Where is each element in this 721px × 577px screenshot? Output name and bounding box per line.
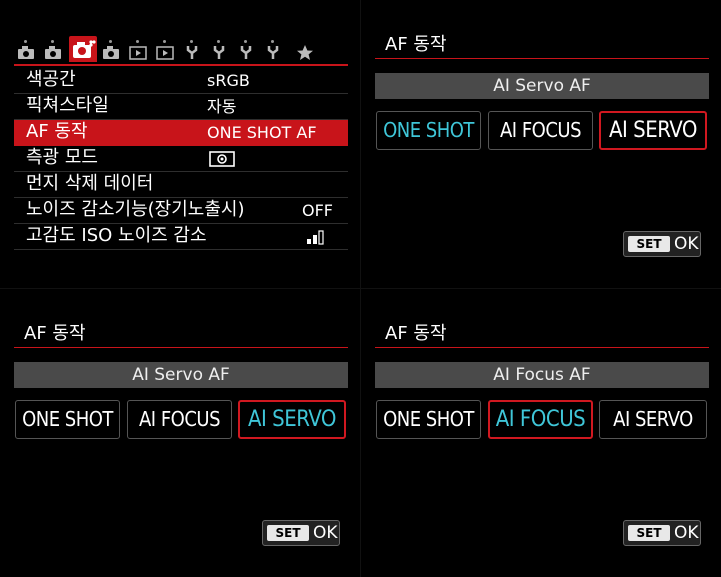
menu-item-long-exposure-nr[interactable]: 노이즈 감소기능(장기노출시) OFF	[14, 198, 348, 224]
nr-level-bars-icon	[306, 229, 328, 249]
playback-tab-2-icon[interactable]	[155, 40, 175, 60]
star-tab-icon[interactable]	[295, 44, 315, 60]
option-ai-focus[interactable]: AI FOCUS	[488, 111, 593, 150]
camera-tab-1-icon[interactable]	[16, 40, 36, 60]
wrench-tab-4-icon[interactable]	[263, 40, 283, 60]
set-button-icon: SET	[267, 525, 309, 541]
camera-tab-3-icon[interactable]	[69, 36, 97, 62]
option-one-shot[interactable]: ONE SHOT	[376, 111, 481, 150]
current-mode-label: AI Servo AF	[375, 73, 709, 99]
set-button-icon: SET	[628, 236, 670, 252]
set-ok-button[interactable]: SET OK	[623, 231, 701, 257]
menu-item-value: OFF	[302, 201, 333, 220]
screen-title: AF 동작	[385, 34, 447, 55]
screen-title: AF 동작	[385, 323, 447, 344]
menu-item-dust-delete-data[interactable]: 먼지 삭제 데이터	[14, 172, 348, 198]
menu-item-picture-style[interactable]: 픽쳐스타일 자동	[14, 94, 348, 120]
set-ok-button[interactable]: SET OK	[623, 520, 701, 546]
menu-item-value: 자동	[207, 97, 237, 116]
set-ok-button[interactable]: SET OK	[262, 520, 340, 546]
menu-item-label: 색공간	[26, 69, 76, 90]
menu-item-high-iso-nr[interactable]: 고감도 ISO 노이즈 감소	[14, 224, 348, 250]
menu-item-label: AF 동작	[26, 121, 88, 142]
title-underline	[375, 347, 709, 348]
menu-item-label: 노이즈 감소기능(장기노출시)	[26, 199, 245, 220]
menu-list: 색공간 sRGB 픽쳐스타일 자동 AF 동작 ONE SHOT AF 측광 모…	[14, 68, 348, 250]
menu-item-label: 먼지 삭제 데이터	[26, 173, 154, 194]
ok-label: OK	[674, 523, 699, 543]
ok-label: OK	[313, 523, 338, 543]
option-ai-servo[interactable]: AI SERVO	[599, 111, 707, 150]
evaluative-metering-icon	[209, 151, 235, 171]
current-mode-label: AI Focus AF	[375, 362, 709, 388]
af-operation-screen-3: AF 동작 AI Focus AF ONE SHOT AI FOCUS AI S…	[361, 289, 721, 577]
menu-item-label: 픽쳐스타일	[26, 95, 109, 116]
current-mode-label: AI Servo AF	[14, 362, 348, 388]
option-one-shot[interactable]: ONE SHOT	[15, 400, 120, 439]
menu-tab-bar	[14, 36, 349, 66]
option-ai-servo[interactable]: AI SERVO	[599, 400, 707, 439]
camera-tab-4-icon[interactable]	[101, 40, 121, 60]
title-underline	[375, 58, 709, 59]
ok-label: OK	[674, 234, 699, 254]
screen-title: AF 동작	[24, 323, 86, 344]
tab-underline	[14, 64, 348, 66]
menu-item-af-operation[interactable]: AF 동작 ONE SHOT AF	[14, 120, 348, 146]
shooting-menu-screen: 색공간 sRGB 픽쳐스타일 자동 AF 동작 ONE SHOT AF 측광 모…	[0, 0, 360, 288]
wrench-tab-1-icon[interactable]	[182, 40, 202, 60]
option-ai-focus[interactable]: AI FOCUS	[127, 400, 232, 439]
option-one-shot[interactable]: ONE SHOT	[376, 400, 481, 439]
af-operation-screen-2: AF 동작 AI Servo AF ONE SHOT AI FOCUS AI S…	[0, 289, 360, 577]
option-ai-servo[interactable]: AI SERVO	[238, 400, 346, 439]
menu-item-label: 측광 모드	[26, 147, 98, 168]
set-button-icon: SET	[628, 525, 670, 541]
af-operation-screen-1: AF 동작 AI Servo AF ONE SHOT AI FOCUS AI S…	[361, 0, 721, 288]
option-ai-focus[interactable]: AI FOCUS	[488, 400, 593, 439]
wrench-tab-3-icon[interactable]	[236, 40, 256, 60]
menu-item-metering-mode[interactable]: 측광 모드	[14, 146, 348, 172]
menu-item-value: sRGB	[207, 71, 250, 90]
wrench-tab-2-icon[interactable]	[209, 40, 229, 60]
menu-item-label: 고감도 ISO 노이즈 감소	[26, 225, 207, 246]
playback-tab-1-icon[interactable]	[128, 40, 148, 60]
camera-tab-2-icon[interactable]	[43, 40, 63, 60]
title-underline	[14, 347, 348, 348]
menu-item-value: ONE SHOT AF	[207, 123, 317, 142]
menu-item-color-space[interactable]: 색공간 sRGB	[14, 68, 348, 94]
